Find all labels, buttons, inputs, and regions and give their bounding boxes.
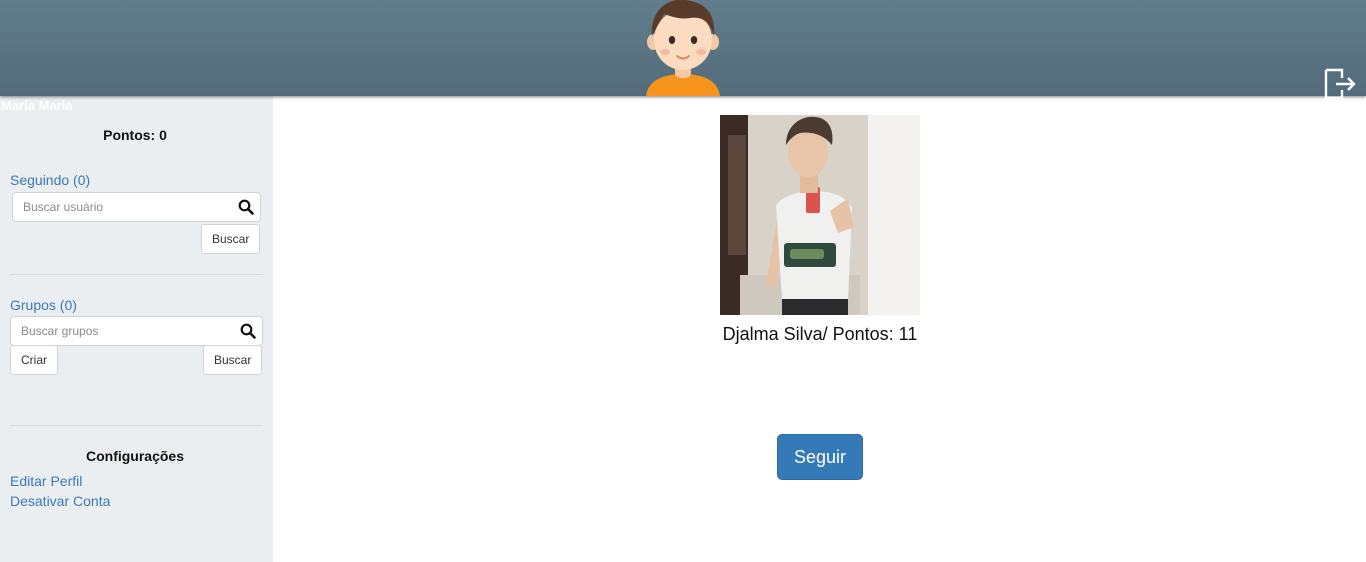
deactivate-account-link[interactable]: Desativar Conta (10, 493, 110, 509)
sidebar: Maria Maria Pontos: 0 Seguindo (0) Busca… (0, 96, 273, 562)
follow-button[interactable]: Seguir (777, 434, 863, 480)
user-name: Maria Maria (1, 98, 73, 113)
user-search-button[interactable]: Buscar (201, 224, 261, 254)
following-link[interactable]: Seguindo (0) (10, 172, 90, 188)
user-points: Pontos: 0 (103, 127, 167, 143)
divider (10, 274, 263, 275)
profile-caption: Djalma Silva/ Pontos: 11 (722, 324, 918, 344)
group-search-button[interactable]: Buscar (203, 345, 263, 375)
user-search-box (12, 192, 261, 222)
profile-photo (720, 115, 920, 315)
settings-title: Configurações (85, 448, 184, 464)
search-icon[interactable] (238, 199, 254, 215)
boy-avatar-icon (646, 0, 720, 96)
create-group-button[interactable]: Criar (10, 345, 58, 375)
search-icon[interactable] (240, 323, 256, 339)
group-search-box (10, 316, 263, 346)
edit-profile-link[interactable]: Editar Perfil (10, 473, 82, 489)
group-search-input[interactable] (11, 317, 240, 345)
divider (10, 425, 263, 426)
groups-link[interactable]: Grupos (0) (10, 297, 77, 313)
logout-icon[interactable] (1322, 66, 1358, 102)
top-header (0, 0, 1366, 100)
user-search-input[interactable] (13, 193, 238, 221)
